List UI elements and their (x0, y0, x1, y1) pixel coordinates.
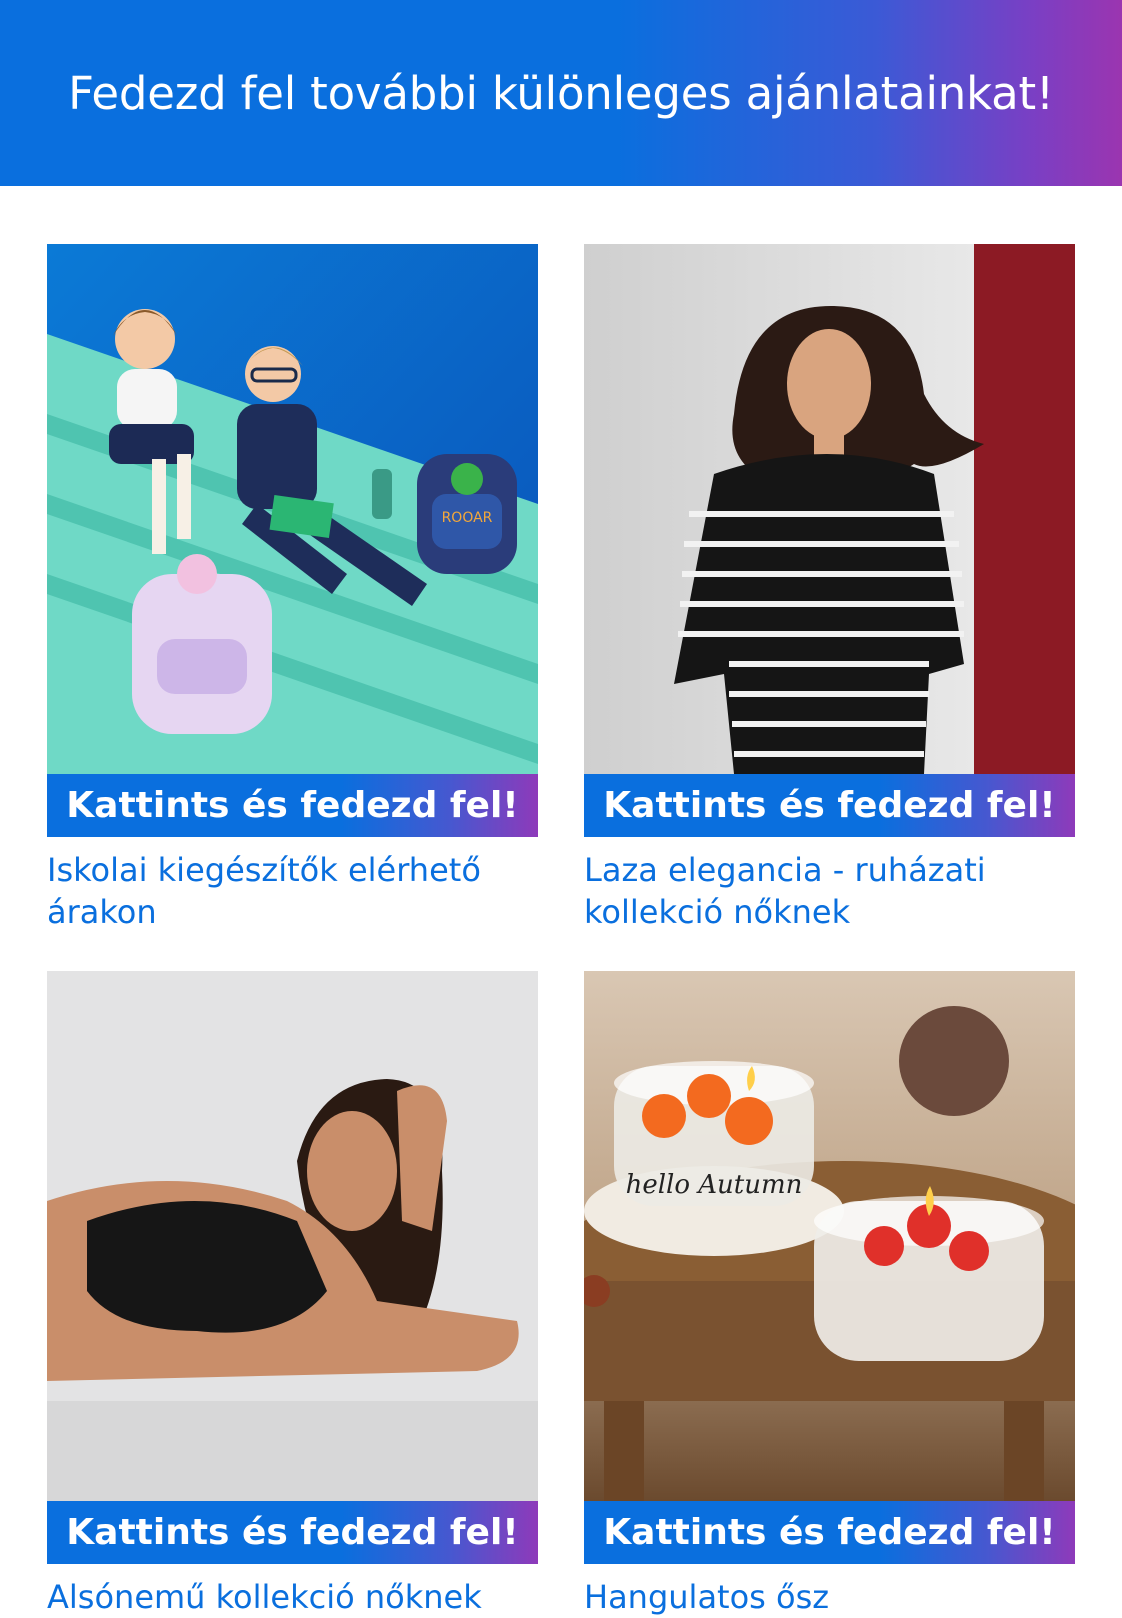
cta-button[interactable]: Kattints és fedezd fel! (584, 774, 1075, 837)
clothing-image[interactable] (584, 244, 1075, 774)
offer-card-clothing[interactable]: Kattints és fedezd fel! Laza elegancia -… (584, 244, 1075, 933)
autumn-image[interactable]: hello Autumn (584, 971, 1075, 1501)
school-kids-image[interactable]: ROOAR (47, 244, 538, 774)
striped-sweater-photo (584, 244, 1075, 774)
lingerie-image[interactable] (47, 971, 538, 1501)
header-banner: Fedezd fel további különleges ajánlatain… (0, 0, 1122, 186)
candle-label: hello Autumn (626, 1170, 803, 1200)
backpack-text: ROOAR (442, 510, 493, 526)
card-caption[interactable]: Laza elegancia - ruházati kollekció nőkn… (584, 849, 1044, 933)
offer-card-autumn[interactable]: hello Autumn Kattints és fedezd fel! Han… (584, 971, 1075, 1618)
banner-title: Fedezd fel további különleges ajánlatain… (68, 66, 1054, 120)
lingerie-photo (47, 971, 538, 1501)
cta-button[interactable]: Kattints és fedezd fel! (47, 1501, 538, 1564)
offer-card-school[interactable]: ROOAR Kattints és fedezd fel! Iskolai ki… (47, 244, 538, 933)
card-caption[interactable]: Iskolai kiegészítők elérhető árakon (47, 849, 507, 933)
card-caption[interactable]: Hangulatos ősz (584, 1576, 1044, 1618)
school-kids-photo: ROOAR (47, 244, 538, 774)
cta-button[interactable]: Kattints és fedezd fel! (584, 1501, 1075, 1564)
offer-card-lingerie[interactable]: Kattints és fedezd fel! Alsónemű kollekc… (47, 971, 538, 1618)
autumn-candles-photo: hello Autumn (584, 971, 1075, 1501)
card-caption[interactable]: Alsónemű kollekció nőknek (47, 1576, 507, 1618)
cta-button[interactable]: Kattints és fedezd fel! (47, 774, 538, 837)
